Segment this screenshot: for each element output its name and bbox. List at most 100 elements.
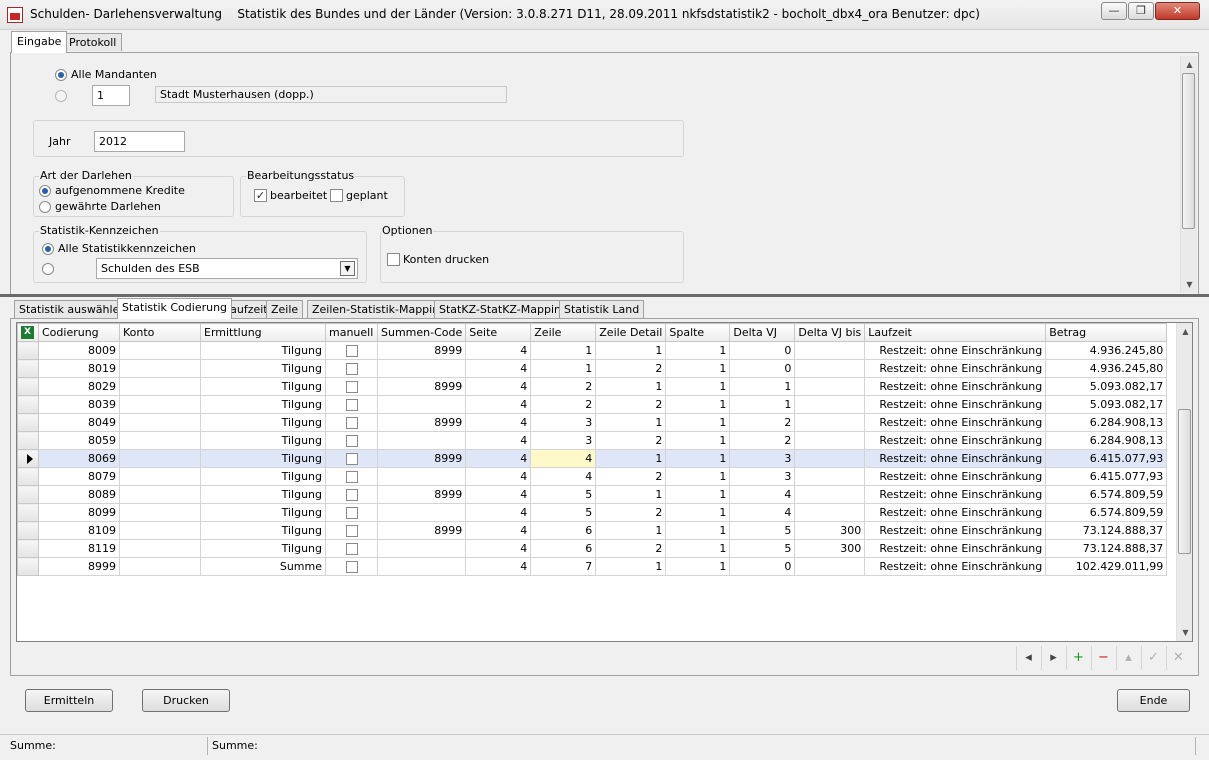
table-cell[interactable]: 8089 <box>38 485 120 504</box>
manuell-checkbox[interactable] <box>345 471 358 483</box>
table-cell[interactable]: 8999 <box>376 485 467 504</box>
row-indicator[interactable] <box>17 377 39 396</box>
table-cell[interactable]: 6.284.908,13 <box>1045 413 1168 432</box>
tab-eingabe[interactable]: Eingabe <box>11 31 68 53</box>
table-cell[interactable] <box>376 395 467 414</box>
row-indicator[interactable] <box>17 485 39 504</box>
radio-all-mandants[interactable] <box>55 69 67 81</box>
table-cell[interactable]: 8999 <box>376 449 467 468</box>
table-cell[interactable] <box>794 341 866 360</box>
table-cell[interactable] <box>376 467 467 486</box>
table-cell[interactable]: 3 <box>530 413 597 432</box>
table-cell[interactable]: Restzeit: ohne Einschränkung <box>864 341 1047 360</box>
grid-scroll-thumb[interactable] <box>1178 409 1191 554</box>
table-cell[interactable]: 0 <box>729 557 796 576</box>
table-cell[interactable]: 4.936.245,80 <box>1045 359 1168 378</box>
table-cell[interactable]: 1 <box>595 449 667 468</box>
table-cell[interactable]: Restzeit: ohne Einschränkung <box>864 503 1047 522</box>
table-cell[interactable]: 102.429.011,99 <box>1045 557 1168 576</box>
table-cell[interactable]: 4.936.245,80 <box>1045 341 1168 360</box>
cell-manuell[interactable] <box>325 395 378 414</box>
table-row[interactable]: 8009 Tilgung 8999 4 1 1 1 0 Restzeit: ohne Einsc… <box>17 341 1168 360</box>
table-row[interactable]: 8059 Tilgung 4 3 2 1 2 Restzeit: ohne Einschrän… <box>17 431 1168 450</box>
cell-manuell[interactable] <box>325 503 378 522</box>
table-cell[interactable] <box>119 341 201 360</box>
table-cell[interactable]: 8079 <box>38 467 120 486</box>
table-cell[interactable] <box>119 377 201 396</box>
table-cell[interactable]: 4 <box>729 485 796 504</box>
table-cell[interactable]: 4 <box>465 557 532 576</box>
column-header[interactable]: Ermittlung <box>200 323 326 342</box>
row-indicator[interactable] <box>17 395 39 414</box>
manuell-checkbox[interactable] <box>345 417 358 429</box>
table-cell[interactable]: 1 <box>729 377 796 396</box>
drucken-button[interactable]: Drucken <box>142 689 230 712</box>
table-cell[interactable] <box>376 557 467 576</box>
radio-single-mandant[interactable] <box>55 90 67 102</box>
row-indicator[interactable] <box>17 467 39 486</box>
table-cell[interactable] <box>794 503 866 522</box>
table-cell[interactable]: 2 <box>729 431 796 450</box>
table-cell[interactable]: Restzeit: ohne Einschränkung <box>864 521 1047 540</box>
scroll-up-icon[interactable]: ▲ <box>1181 56 1198 73</box>
cell-manuell[interactable] <box>325 539 378 558</box>
table-cell[interactable]: 8009 <box>38 341 120 360</box>
table-cell[interactable]: 2 <box>729 413 796 432</box>
table-cell[interactable]: 5 <box>729 521 796 540</box>
tab-protokoll[interactable]: Protokoll <box>63 33 123 51</box>
checkbox-konten-drucken[interactable] <box>387 253 400 266</box>
row-indicator[interactable] <box>17 539 39 558</box>
table-cell[interactable]: Restzeit: ohne Einschränkung <box>864 539 1047 558</box>
table-cell[interactable]: Restzeit: ohne Einschränkung <box>864 557 1047 576</box>
table-cell[interactable]: 4 <box>465 521 532 540</box>
table-cell[interactable]: 4 <box>465 449 532 468</box>
table-cell[interactable]: 8069 <box>38 449 120 468</box>
table-cell[interactable]: 1 <box>595 413 667 432</box>
table-cell[interactable]: 3 <box>729 467 796 486</box>
nav-post-button[interactable]: ✓ <box>1141 646 1165 670</box>
table-cell[interactable]: 2 <box>595 431 667 450</box>
table-cell[interactable]: 2 <box>595 539 667 558</box>
table-row[interactable]: 8079 Tilgung 4 4 2 1 3 Restzeit: ohne Einschrän… <box>17 467 1168 486</box>
table-cell[interactable]: 8999 <box>38 557 120 576</box>
radio-single-kennzeichen[interactable] <box>42 263 54 275</box>
table-cell[interactable]: Tilgung <box>200 503 326 522</box>
row-indicator[interactable] <box>17 557 39 576</box>
manuell-checkbox[interactable] <box>345 363 358 375</box>
table-cell[interactable] <box>119 503 201 522</box>
cell-manuell[interactable] <box>325 413 378 432</box>
table-cell[interactable] <box>119 449 201 468</box>
cell-manuell[interactable] <box>325 449 378 468</box>
radio-aufgenommene-kredite[interactable] <box>39 185 51 197</box>
table-cell[interactable]: Tilgung <box>200 521 326 540</box>
row-indicator[interactable] <box>17 413 39 432</box>
table-cell[interactable]: 1 <box>665 521 731 540</box>
table-cell[interactable]: 8999 <box>376 377 467 396</box>
cell-manuell[interactable] <box>325 467 378 486</box>
ende-button[interactable]: Ende <box>1117 689 1190 712</box>
table-cell[interactable] <box>119 521 201 540</box>
table-cell[interactable] <box>376 539 467 558</box>
table-cell[interactable]: 7 <box>530 557 597 576</box>
table-cell[interactable]: Tilgung <box>200 485 326 504</box>
ermitteln-button[interactable]: Ermitteln <box>25 689 113 712</box>
table-cell[interactable]: 4 <box>465 485 532 504</box>
table-cell[interactable]: 2 <box>530 377 597 396</box>
table-cell[interactable]: Summe <box>200 557 326 576</box>
table-cell[interactable]: 5.093.082,17 <box>1045 395 1168 414</box>
table-cell[interactable]: Tilgung <box>200 359 326 378</box>
table-cell[interactable]: 3 <box>530 431 597 450</box>
table-cell[interactable]: 3 <box>729 449 796 468</box>
tab-statkz-mapping[interactable]: StatKZ-StatKZ-Mapping <box>434 300 573 319</box>
nav-cancel-button[interactable]: ✕ <box>1166 646 1190 670</box>
column-header[interactable]: Zeile <box>530 323 597 342</box>
table-cell[interactable]: 4 <box>465 359 532 378</box>
table-cell[interactable]: 1 <box>665 431 731 450</box>
table-row[interactable]: 8109 Tilgung 8999 4 6 1 1 5 300 Restzeit: ohne Ei… <box>17 521 1168 540</box>
table-cell[interactable]: 2 <box>595 395 667 414</box>
table-cell[interactable]: 5 <box>729 539 796 558</box>
excel-icon[interactable]: X <box>21 326 34 340</box>
table-cell[interactable] <box>794 557 866 576</box>
table-cell[interactable]: 1 <box>595 557 667 576</box>
table-cell[interactable]: 6.574.809,59 <box>1045 503 1168 522</box>
